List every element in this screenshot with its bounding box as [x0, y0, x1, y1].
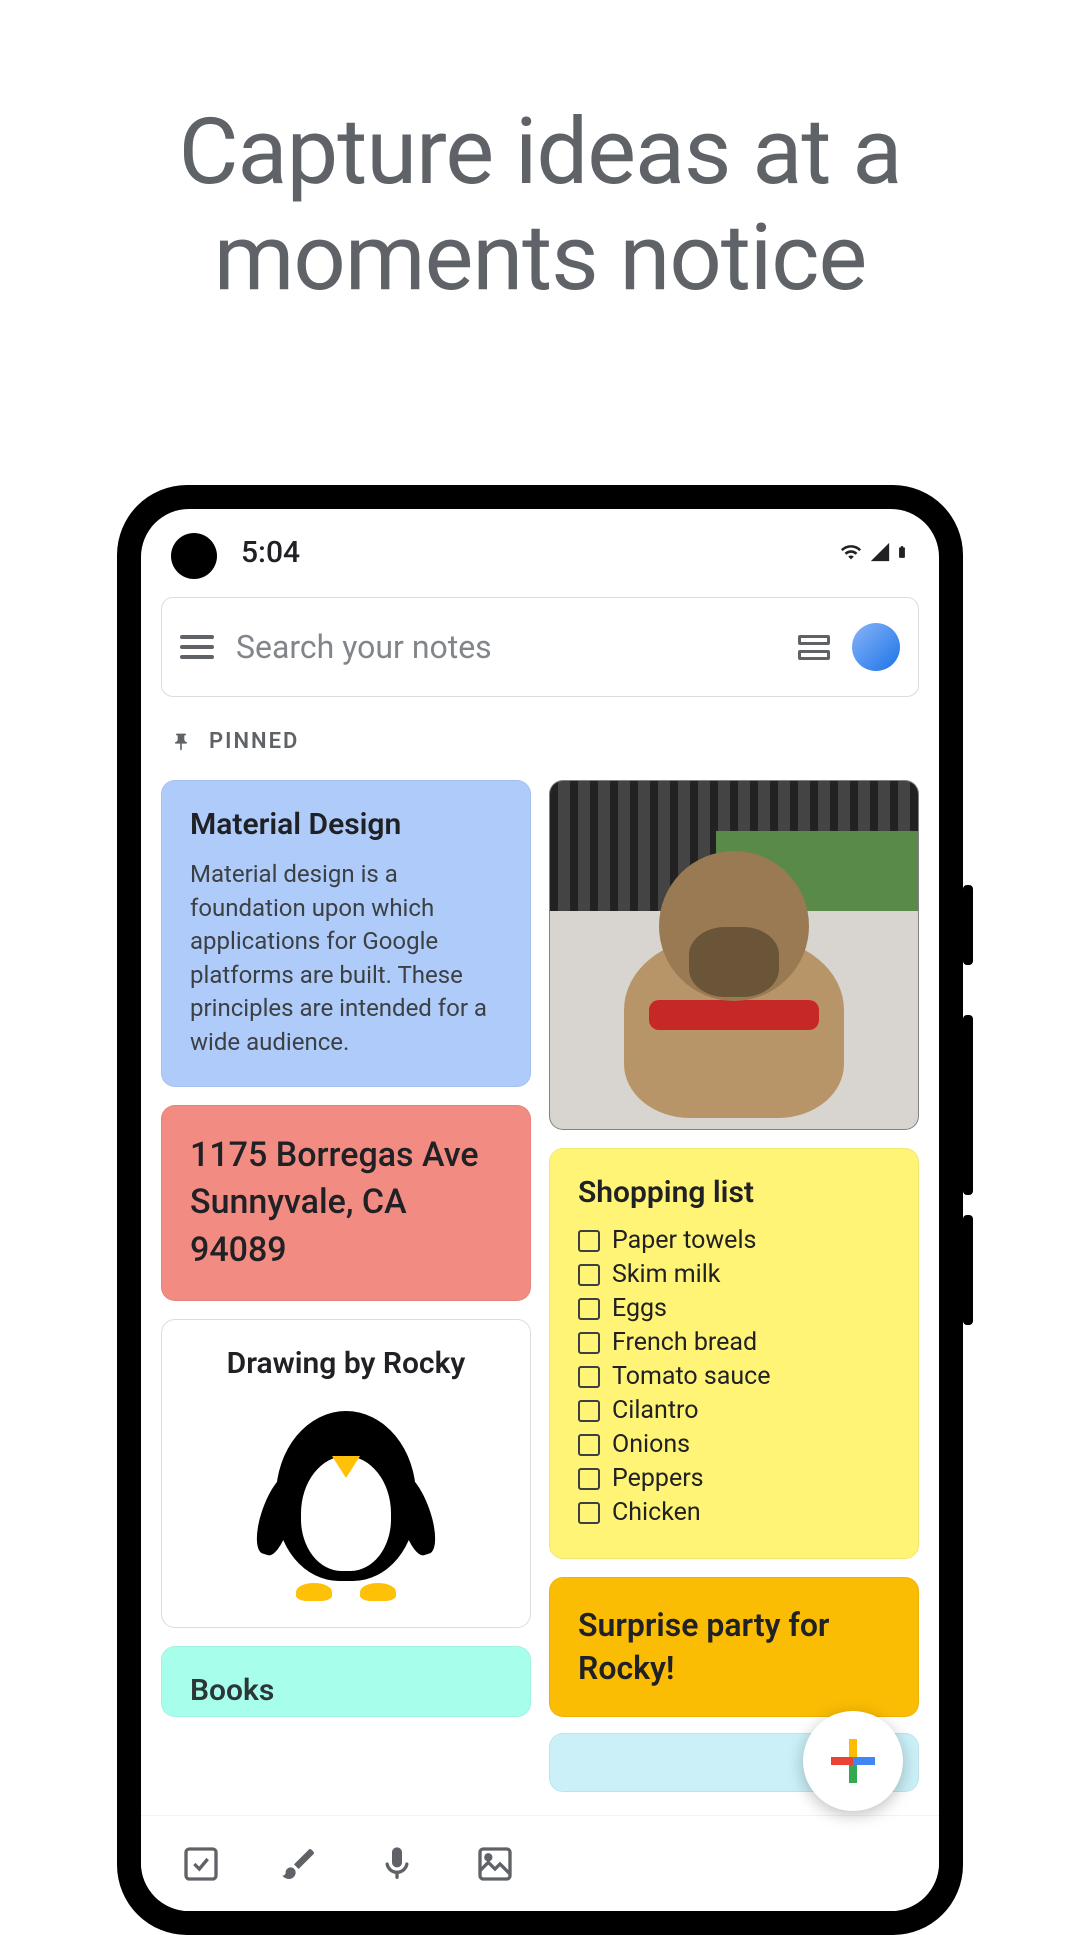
- checklist-item[interactable]: French bread: [578, 1328, 890, 1357]
- marketing-headline: Capture ideas at a moments notice: [0, 0, 1080, 312]
- checklist-text: Peppers: [612, 1464, 704, 1493]
- checklist-text: Skim milk: [612, 1260, 720, 1289]
- note-card-surprise-party[interactable]: Surprise party for Rocky!: [549, 1577, 919, 1717]
- note-title: Surprise party for Rocky!: [578, 1604, 890, 1690]
- checkbox-icon[interactable]: [578, 1366, 600, 1388]
- note-card-shopping-list[interactable]: Shopping list Paper towels Skim milk Eggs F…: [549, 1148, 919, 1559]
- checkbox-icon[interactable]: [578, 1332, 600, 1354]
- checklist-item[interactable]: Skim milk: [578, 1260, 890, 1289]
- wifi-icon: [837, 541, 865, 563]
- notes-grid: Material Design Material design is a fou…: [141, 768, 939, 1792]
- checkbox-icon[interactable]: [578, 1264, 600, 1286]
- checkbox-icon[interactable]: [578, 1230, 600, 1252]
- plus-icon: [831, 1739, 875, 1783]
- phone-volume-button: [963, 1015, 973, 1195]
- checkbox-icon[interactable]: [578, 1400, 600, 1422]
- checklist-text: Cilantro: [612, 1396, 699, 1425]
- pin-icon: [171, 732, 191, 752]
- dog-photo: [550, 781, 918, 1129]
- checklist-text: Chicken: [612, 1498, 701, 1527]
- note-title: Books: [190, 1673, 502, 1708]
- pinned-section-header: PINNED: [141, 697, 939, 768]
- battery-icon: [895, 540, 909, 564]
- microphone-icon[interactable]: [377, 1844, 417, 1884]
- search-input[interactable]: Search your notes: [236, 628, 776, 666]
- brush-icon[interactable]: [279, 1844, 319, 1884]
- phone-volume-button: [963, 1215, 973, 1325]
- checklist-item[interactable]: Cilantro: [578, 1396, 890, 1425]
- note-title: Material Design: [190, 807, 502, 842]
- checklist-text: French bread: [612, 1328, 757, 1357]
- checklist-item[interactable]: Paper towels: [578, 1226, 890, 1255]
- checklist-text: Paper towels: [612, 1226, 756, 1255]
- checkbox-icon[interactable]: [578, 1468, 600, 1490]
- image-icon[interactable]: [475, 1844, 515, 1884]
- checklist-text: Eggs: [612, 1294, 667, 1323]
- search-bar[interactable]: Search your notes: [161, 597, 919, 697]
- menu-icon[interactable]: [180, 635, 214, 659]
- checklist-item[interactable]: Tomato sauce: [578, 1362, 890, 1391]
- phone-frame: 5:04 Search your notes PINNED: [117, 485, 963, 1935]
- drawing-canvas: [190, 1389, 502, 1601]
- checklist-item[interactable]: Eggs: [578, 1294, 890, 1323]
- create-note-fab[interactable]: [803, 1711, 903, 1811]
- note-body: Material design is a foundation upon whi…: [190, 858, 502, 1060]
- pinned-label: PINNED: [209, 729, 299, 754]
- status-icons: [837, 540, 909, 564]
- note-title: Shopping list: [578, 1175, 890, 1210]
- penguin-drawing: [256, 1401, 436, 1601]
- note-card-drawing[interactable]: Drawing by Rocky: [161, 1319, 531, 1628]
- status-time: 5:04: [241, 535, 300, 570]
- checkbox-icon[interactable]: [578, 1434, 600, 1456]
- note-body: 1175 Borregas Ave Sunnyvale, CA 94089: [190, 1132, 502, 1275]
- checkbox-icon[interactable]: [181, 1844, 221, 1884]
- note-card-books[interactable]: Books: [161, 1646, 531, 1717]
- checkbox-icon[interactable]: [578, 1502, 600, 1524]
- signal-icon: [869, 541, 891, 563]
- phone-power-button: [963, 885, 973, 965]
- view-toggle-icon[interactable]: [798, 635, 830, 660]
- checklist-item[interactable]: Peppers: [578, 1464, 890, 1493]
- checklist-text: Tomato sauce: [612, 1362, 771, 1391]
- note-title: Drawing by Rocky: [190, 1346, 502, 1381]
- bottom-toolbar: [141, 1815, 939, 1911]
- checklist-text: Onions: [612, 1430, 690, 1459]
- phone-screen: 5:04 Search your notes PINNED: [141, 509, 939, 1911]
- note-card-address[interactable]: 1175 Borregas Ave Sunnyvale, CA 94089: [161, 1105, 531, 1302]
- note-card-dog-photo[interactable]: [549, 780, 919, 1130]
- checklist-item[interactable]: Onions: [578, 1430, 890, 1459]
- checklist-item[interactable]: Chicken: [578, 1498, 890, 1527]
- profile-avatar[interactable]: [852, 623, 900, 671]
- camera-cutout: [171, 533, 217, 579]
- checkbox-icon[interactable]: [578, 1298, 600, 1320]
- status-bar: 5:04: [141, 509, 939, 579]
- note-card-material-design[interactable]: Material Design Material design is a fou…: [161, 780, 531, 1087]
